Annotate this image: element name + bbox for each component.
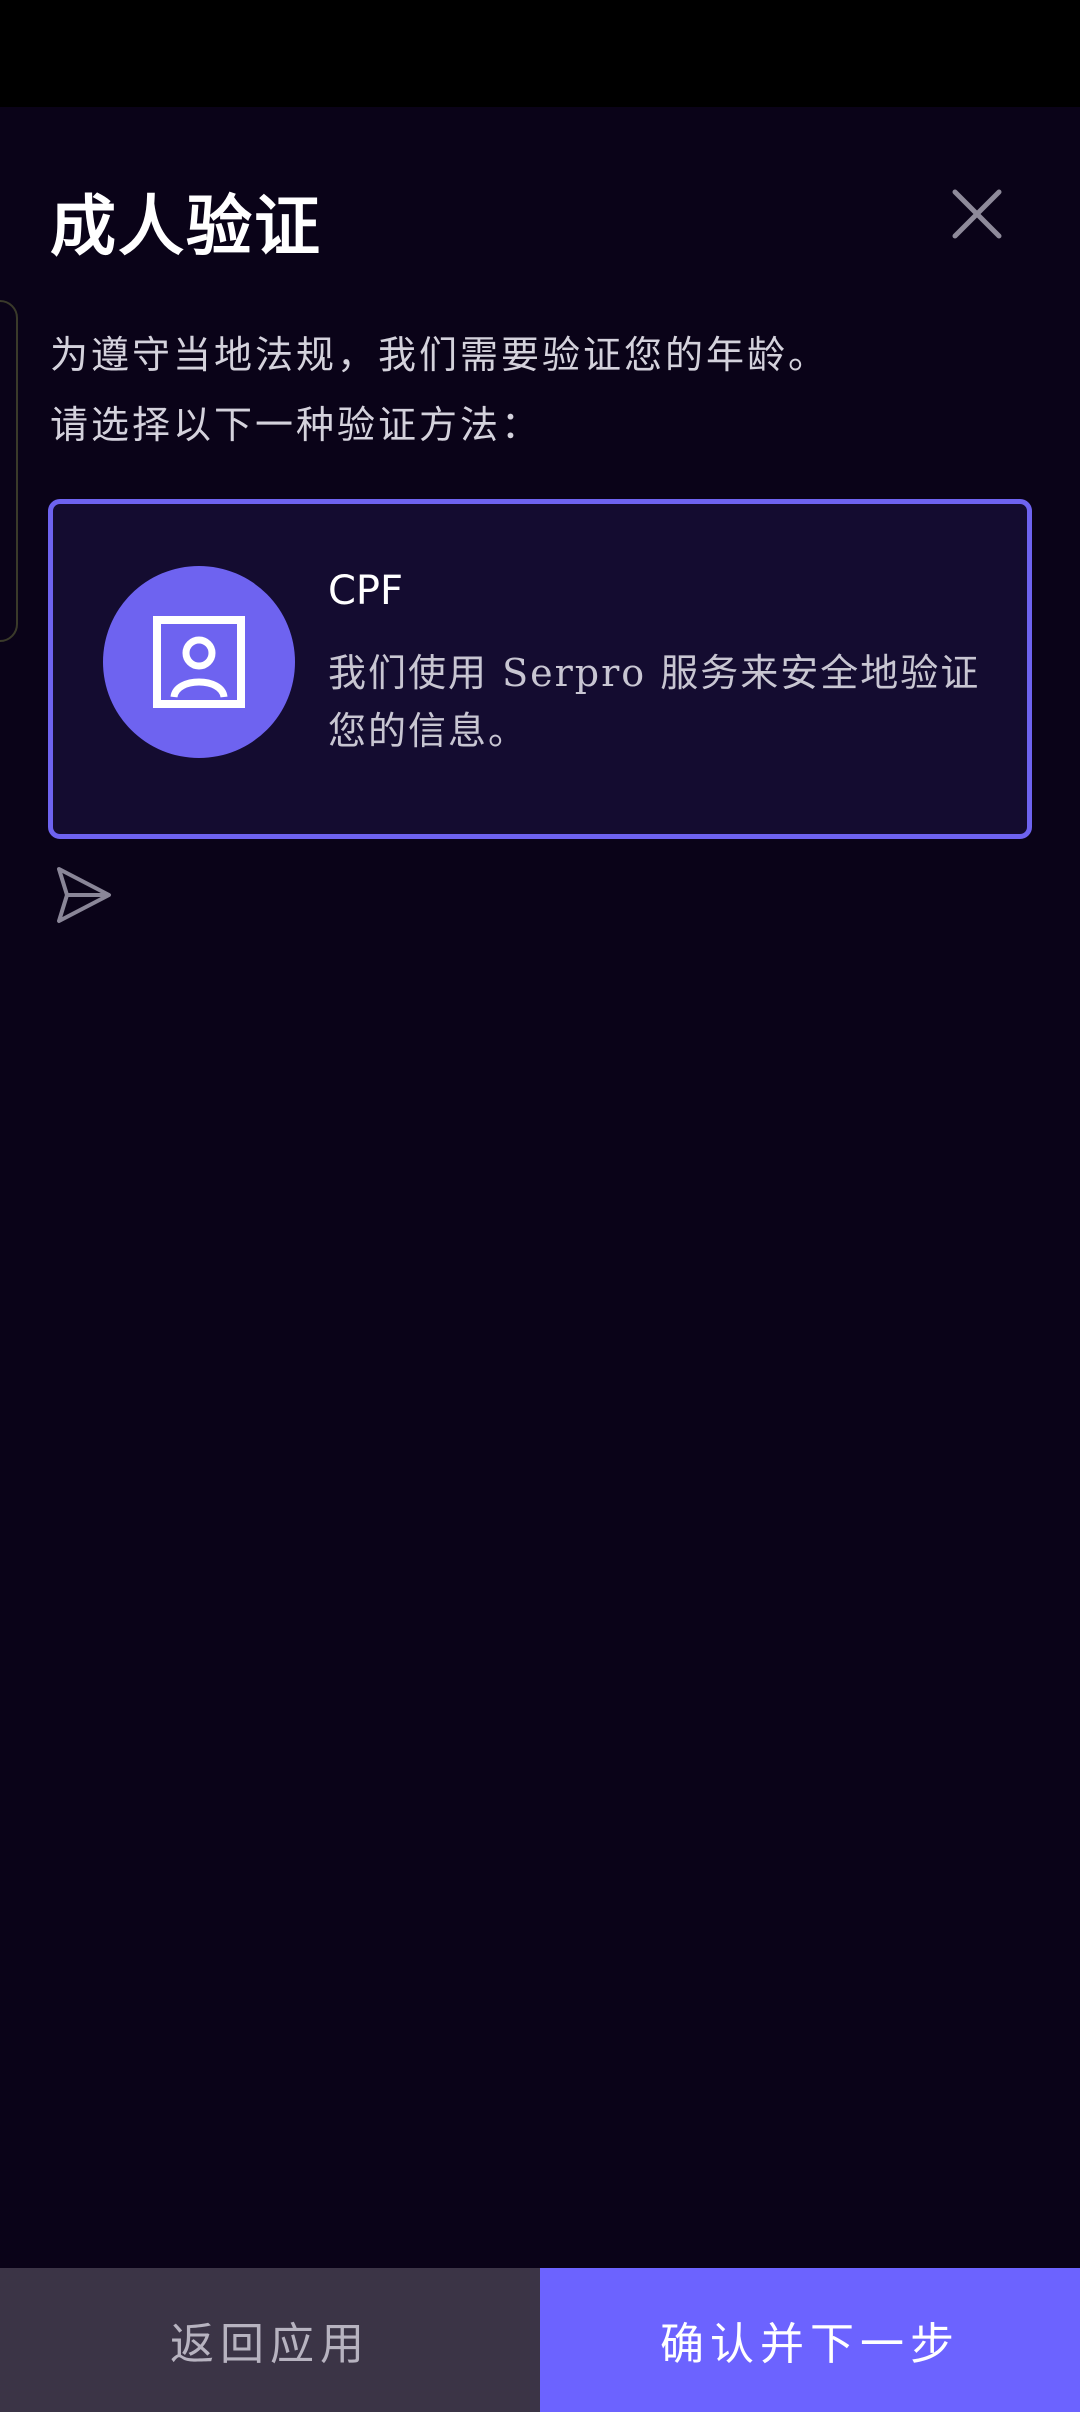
bottom-action-bar: 返回应用 确认并下一步 bbox=[0, 2268, 1080, 2412]
verification-option-cpf[interactable]: CPF 我们使用 Serpro 服务来安全地验证您的信息。 bbox=[48, 499, 1032, 839]
option-description: 我们使用 Serpro 服务来安全地验证您的信息。 bbox=[328, 651, 981, 753]
option-title: CPF bbox=[328, 568, 404, 614]
option-icon-badge bbox=[103, 566, 295, 758]
intro-line-2: 请选择以下一种验证方法： bbox=[50, 403, 543, 447]
header: 成人验证 bbox=[0, 107, 1080, 307]
close-icon bbox=[952, 189, 1002, 239]
intro-text: 为遵守当地法规，我们需要验证您的年龄。 请选择以下一种验证方法： bbox=[50, 320, 1040, 460]
id-card-icon bbox=[153, 616, 245, 708]
send-button[interactable] bbox=[48, 860, 118, 930]
close-button[interactable] bbox=[940, 177, 1014, 251]
status-bar bbox=[0, 0, 1080, 107]
send-icon bbox=[57, 867, 111, 923]
page-title: 成人验证 bbox=[50, 187, 322, 265]
side-drawer-handle[interactable] bbox=[0, 300, 18, 642]
intro-line-1: 为遵守当地法规，我们需要验证您的年龄。 bbox=[50, 333, 830, 377]
back-to-app-button[interactable]: 返回应用 bbox=[0, 2268, 540, 2412]
confirm-next-button[interactable]: 确认并下一步 bbox=[540, 2268, 1080, 2412]
